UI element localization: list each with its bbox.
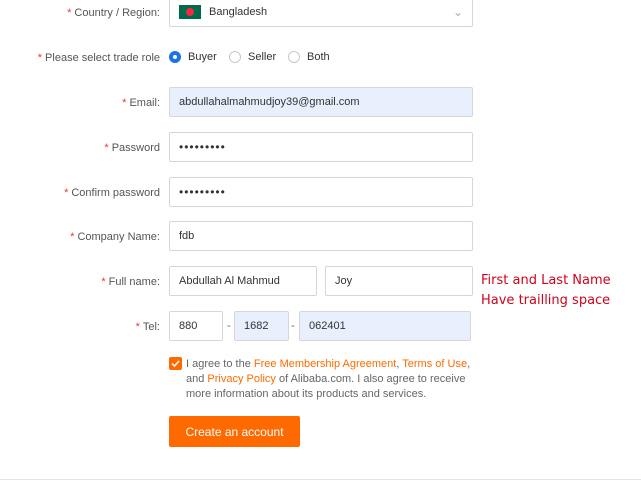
membership-agreement-link[interactable]: Free Membership Agreement <box>254 358 396 370</box>
confirm-password-field[interactable]: ••••••••• <box>169 177 473 207</box>
confirm-password-label: * Confirm password <box>64 177 160 209</box>
radio-buyer-label: Buyer <box>188 51 217 63</box>
company-label-text: Company Name: <box>77 231 160 243</box>
tel-area-code-field[interactable]: 1682 <box>234 311 289 341</box>
required-mark: * <box>67 7 72 19</box>
company-name-field[interactable]: fdb <box>169 221 473 251</box>
annotation-line-1: First and Last Name <box>481 273 611 288</box>
email-field[interactable]: abdullahalmahmudjoy39@gmail.com <box>169 87 473 117</box>
tel-row: * Tel: 880 - 1682 - 062401 <box>0 311 641 343</box>
password-label-text: Password <box>111 142 160 154</box>
required-mark: * <box>104 142 109 154</box>
company-row: * Company Name: fdb <box>0 221 641 253</box>
radio-seller-label: Seller <box>248 51 277 63</box>
radio-buyer[interactable]: Buyer <box>169 51 217 63</box>
checkmark-icon <box>171 360 180 368</box>
divider <box>0 479 641 480</box>
password-row: * Password ••••••••• <box>0 132 641 164</box>
agreement-text: I agree to the Free Membership Agreement… <box>186 357 481 402</box>
bangladesh-flag-icon <box>179 5 201 20</box>
trade-role-row: * Please select trade role Buyer Seller B… <box>0 42 641 74</box>
country-value: Bangladesh <box>209 6 268 18</box>
country-row: * Country / Region: Bangladesh ⌄ <box>0 0 641 29</box>
country-label: * Country / Region: <box>67 0 160 29</box>
tel-label: * Tel: <box>136 311 160 343</box>
tel-country-code-field[interactable]: 880 <box>169 311 223 341</box>
email-label-text: Email: <box>129 97 160 109</box>
required-mark: * <box>37 52 43 64</box>
last-name-field[interactable]: Joy <box>325 266 473 296</box>
terms-of-use-link[interactable]: Terms of Use <box>402 358 467 370</box>
radio-selected-icon <box>169 51 181 63</box>
trade-role-label: * Please select trade role <box>38 42 160 74</box>
email-label: * Email: <box>122 87 160 119</box>
company-label: * Company Name: <box>70 221 160 253</box>
radio-empty-icon <box>229 51 241 63</box>
agreement-text-part: I agree to the <box>186 358 254 370</box>
tel-separator: - <box>227 320 231 332</box>
country-select[interactable]: Bangladesh ⌄ <box>169 0 473 27</box>
confirm-password-label-text: Confirm password <box>71 187 160 199</box>
tel-number-field[interactable]: 062401 <box>299 311 471 341</box>
create-account-button[interactable]: Create an account <box>169 416 300 447</box>
email-row: * Email: abdullahalmahmudjoy39@gmail.com <box>0 87 641 119</box>
password-label: * Password <box>104 132 160 164</box>
tel-label-text: Tel: <box>142 321 160 333</box>
radio-empty-icon <box>288 51 300 63</box>
required-mark: * <box>64 187 69 199</box>
radio-both-label: Both <box>307 51 330 63</box>
radio-both[interactable]: Both <box>288 51 330 63</box>
country-label-text: Country / Region: <box>74 7 160 19</box>
full-name-label: * Full name: <box>101 266 160 298</box>
required-mark: * <box>135 321 140 333</box>
required-mark: * <box>70 231 75 243</box>
agreement-checkbox[interactable] <box>169 357 182 370</box>
annotation-line-2: Have trailling space <box>481 293 611 308</box>
chevron-down-icon: ⌄ <box>452 5 463 19</box>
privacy-policy-link[interactable]: Privacy Policy <box>207 373 275 385</box>
first-name-field[interactable]: Abdullah Al Mahmud <box>169 266 317 296</box>
tel-separator: - <box>291 320 295 332</box>
full-name-label-text: Full name: <box>108 276 160 288</box>
password-field[interactable]: ••••••••• <box>169 132 473 162</box>
trade-role-label-text: Please select trade role <box>45 52 160 64</box>
radio-seller[interactable]: Seller <box>229 51 276 63</box>
required-mark: * <box>101 276 106 288</box>
required-mark: * <box>122 97 127 109</box>
confirm-password-row: * Confirm password ••••••••• <box>0 177 641 209</box>
